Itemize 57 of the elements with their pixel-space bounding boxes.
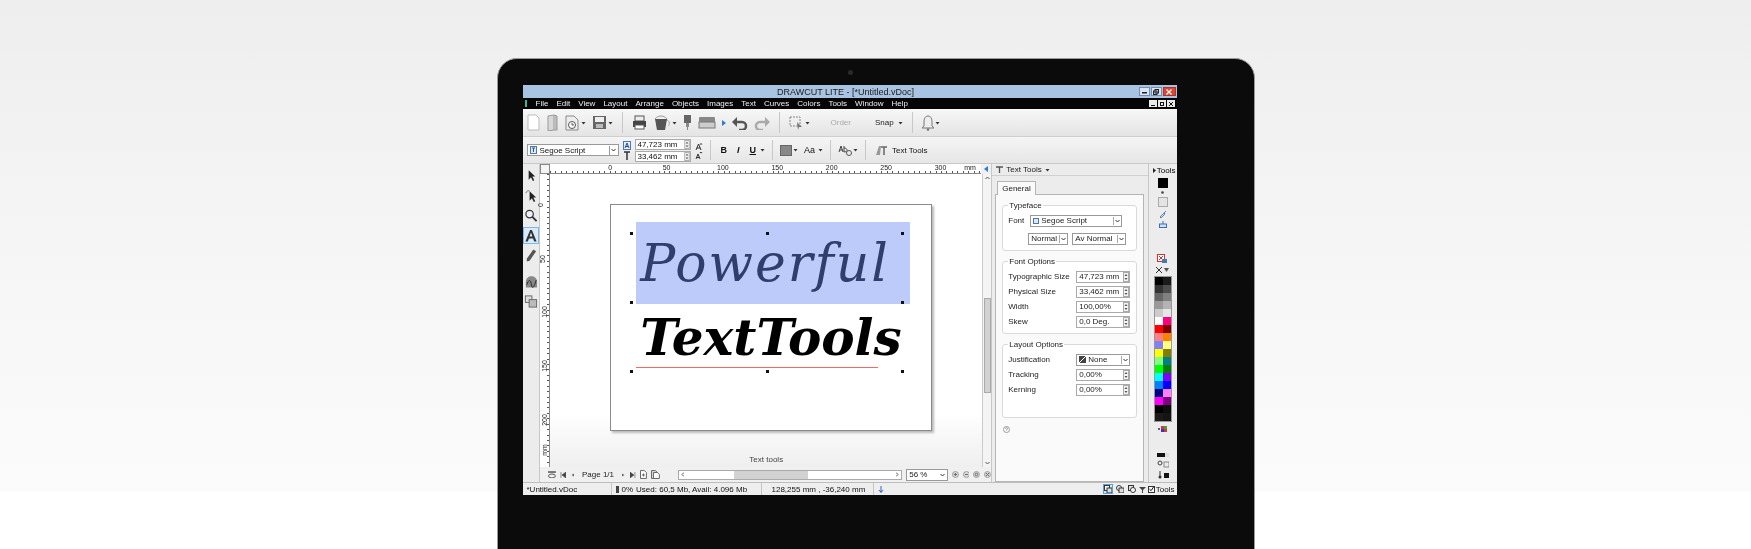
menu-item[interactable]: Colors <box>797 99 821 108</box>
menu-item[interactable]: Objects <box>671 99 699 108</box>
number-field[interactable]: 0,00% <box>1076 383 1131 396</box>
window-title: DRAWCUT LITE - [*Untitled.vDoc] <box>776 86 915 97</box>
field-label: Width <box>1008 302 1030 311</box>
number-field[interactable]: 0,00% <box>1076 368 1131 381</box>
file-name: *Untitled.vDoc <box>526 484 578 494</box>
dropdown[interactable]: Av Normal <box>1072 232 1127 245</box>
number-field[interactable]: 0,0 Deg. <box>1076 315 1131 328</box>
text-tools-button[interactable]: Text Tools <box>873 143 930 157</box>
typographic-size-field[interactable]: 47,723 mm <box>634 138 691 150</box>
zoom-select[interactable]: 56 % <box>906 468 948 481</box>
canvas-caption: Text tools <box>748 455 785 464</box>
memory-percent: 0% <box>621 484 634 494</box>
menu-item[interactable]: View <box>578 99 596 108</box>
document-text: TextTools <box>639 310 903 365</box>
docker-title[interactable]: Text Tools <box>1006 165 1042 174</box>
group-title: Font Options <box>1008 257 1057 266</box>
dropdown[interactable]: Normal <box>1028 232 1069 245</box>
field-label: Typographic Size <box>1008 272 1071 281</box>
number-field[interactable]: 100,00% <box>1076 300 1131 313</box>
menu-item[interactable]: Window <box>855 99 884 108</box>
menu-item[interactable]: Help <box>891 99 908 108</box>
number-field[interactable]: 47,723 mm <box>1076 270 1131 283</box>
tools-toggle[interactable]: Tools <box>1152 166 1177 175</box>
menu-item[interactable]: Layout <box>603 99 628 108</box>
document-text: Powerful <box>636 222 911 304</box>
number-field[interactable]: 33,462 mm <box>1076 285 1131 298</box>
group-title: Typeface <box>1008 201 1043 210</box>
page-indicator: Page 1/1 <box>581 470 614 479</box>
menu-item[interactable]: Images <box>707 99 734 108</box>
snap-button[interactable]: Snap <box>871 116 897 129</box>
change-case-button[interactable]: Aa <box>802 144 818 156</box>
dropdown[interactable]: Segoe Script <box>1030 214 1123 227</box>
tools-checkbox[interactable]: Tools <box>1147 484 1175 494</box>
field-label: Skew <box>1008 317 1029 326</box>
field-label: Physical Size <box>1008 287 1057 296</box>
field-label: Tracking <box>1008 370 1040 379</box>
field-label: Kerning <box>1008 385 1037 394</box>
underline-button[interactable]: U <box>746 144 759 156</box>
cursor-position: 128,255 mm , -36,240 mm <box>771 484 866 494</box>
field-label: Justification <box>1008 355 1052 364</box>
group-title: Layout Options <box>1008 340 1065 349</box>
panel-tab[interactable]: General <box>997 181 1036 195</box>
memory-usage: Used: 60,5 Mb, Avail: 4.096 Mb <box>636 484 748 494</box>
field-label: Font <box>1008 216 1026 225</box>
italic-button[interactable]: I <box>734 144 743 156</box>
menu-item[interactable]: Curves <box>763 99 790 108</box>
font-select[interactable]: Segoe Script <box>526 144 619 156</box>
bold-button[interactable]: B <box>717 144 730 156</box>
menu-item[interactable]: File <box>535 99 549 108</box>
menu-item[interactable]: Edit <box>556 99 571 108</box>
physical-size-field[interactable]: 33,462 mm <box>634 150 691 162</box>
dropdown[interactable]: None <box>1076 353 1131 366</box>
menu-item[interactable]: Arrange <box>635 99 664 108</box>
menu-item[interactable]: Text <box>741 99 756 108</box>
menu-item[interactable]: Tools <box>828 99 848 108</box>
